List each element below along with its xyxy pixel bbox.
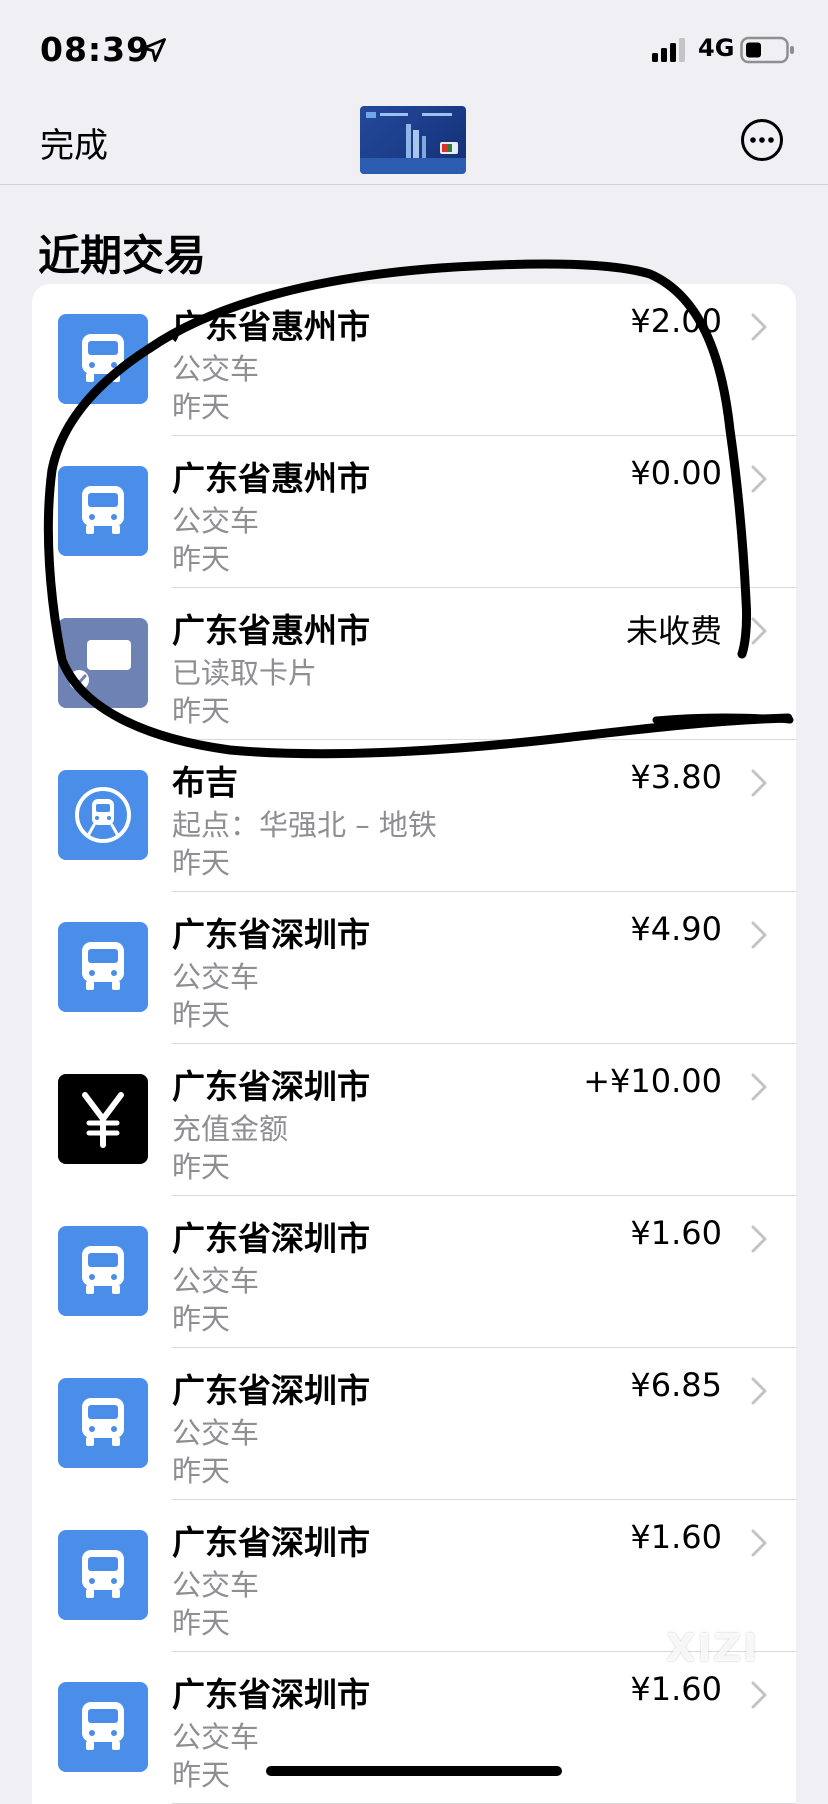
transaction-amount: +¥10.00 bbox=[583, 1062, 722, 1100]
bus-icon bbox=[58, 1530, 148, 1620]
bus-icon bbox=[58, 922, 148, 1012]
transaction-row[interactable]: 广东省惠州市公交车昨天 ¥0.00 bbox=[32, 436, 796, 588]
transaction-date: 昨天 bbox=[172, 1302, 231, 1336]
transaction-type: 公交车 bbox=[172, 1416, 260, 1450]
transaction-type: 公交车 bbox=[172, 1264, 260, 1298]
transaction-location: 广东省深圳市 bbox=[172, 915, 370, 954]
transaction-list: 广东省惠州市 公交车 昨天 ¥2.00 广东省惠州市 公交车 昨天 ¥0.00 广东省惠州市 已读… bbox=[32, 284, 796, 1804]
navigation-bar: 完成 bbox=[0, 96, 828, 185]
transaction-row[interactable]: 广东省深圳市公交车昨天 ¥1.60 bbox=[32, 1652, 796, 1804]
transaction-date: 昨天 bbox=[172, 1606, 231, 1640]
battery-icon bbox=[740, 36, 794, 64]
transaction-type: 公交车 bbox=[172, 1568, 260, 1602]
transaction-date: 昨天 bbox=[172, 998, 231, 1032]
bus-icon bbox=[58, 466, 148, 556]
transaction-amount: ¥2.00 bbox=[630, 302, 722, 340]
done-button[interactable]: 完成 bbox=[40, 118, 108, 167]
transaction-location: 广东省深圳市 bbox=[172, 1675, 370, 1714]
chevron-right-icon bbox=[751, 921, 767, 949]
location-arrow-icon bbox=[142, 38, 166, 62]
transaction-location: 广东省深圳市 bbox=[172, 1523, 370, 1562]
transaction-row[interactable]: 广东省深圳市公交车昨天 ¥1.60 bbox=[32, 1196, 796, 1348]
transaction-date: 昨天 bbox=[172, 694, 231, 728]
status-bar: 08:39 4G bbox=[0, 0, 828, 96]
transaction-type: 起点：华强北 – 地铁 bbox=[172, 808, 437, 842]
transaction-amount: ¥1.60 bbox=[630, 1214, 722, 1252]
transaction-location: 广东省惠州市 bbox=[172, 307, 370, 346]
transaction-row[interactable]: 广东省深圳市公交车昨天 ¥4.90 bbox=[32, 892, 796, 1044]
network-type-label: 4G bbox=[698, 34, 735, 62]
chevron-right-icon bbox=[751, 465, 767, 493]
transaction-row[interactable]: 布吉起点：华强北 – 地铁 昨天 ¥3.80 bbox=[32, 740, 796, 892]
home-indicator bbox=[266, 1766, 562, 1776]
transaction-amount: ¥3.80 bbox=[630, 758, 722, 796]
transaction-date: 昨天 bbox=[172, 542, 231, 576]
transaction-location: 广东省惠州市 bbox=[172, 611, 370, 650]
signal-strength-icon bbox=[652, 38, 685, 62]
transaction-row[interactable]: 广东省深圳市公交车昨天 ¥6.85 bbox=[32, 1348, 796, 1500]
transaction-location: 广东省深圳市 bbox=[172, 1067, 370, 1106]
chevron-right-icon bbox=[751, 1681, 767, 1709]
transaction-amount: ¥6.85 bbox=[630, 1366, 722, 1404]
transaction-type: 公交车 bbox=[172, 1720, 260, 1754]
transaction-row[interactable]: 广东省惠州市已读取卡片昨天 未收费 bbox=[32, 588, 796, 740]
transaction-type: 公交车 bbox=[172, 504, 260, 538]
status-time: 08:39 bbox=[40, 30, 151, 69]
card-read-icon bbox=[58, 618, 148, 708]
bus-icon bbox=[58, 1378, 148, 1468]
transaction-type: 公交车 bbox=[172, 352, 260, 386]
transaction-type: 公交车 bbox=[172, 960, 260, 994]
transaction-date: 昨天 bbox=[172, 1758, 231, 1792]
transaction-date: 昨天 bbox=[172, 1150, 231, 1184]
transaction-type: 充值金额 bbox=[172, 1112, 289, 1146]
watermark: XIZI bbox=[666, 1626, 760, 1670]
transaction-amount: ¥4.90 bbox=[630, 910, 722, 948]
chevron-right-icon bbox=[751, 1073, 767, 1101]
card-artwork-icon bbox=[360, 112, 466, 174]
yuan-icon bbox=[58, 1074, 148, 1164]
bus-icon bbox=[58, 1682, 148, 1772]
chevron-right-icon bbox=[751, 1529, 767, 1557]
chevron-right-icon bbox=[751, 313, 767, 341]
transaction-date: 昨天 bbox=[172, 846, 231, 880]
chevron-right-icon bbox=[751, 617, 767, 645]
transaction-location: 广东省深圳市 bbox=[172, 1219, 370, 1258]
transit-card-thumbnail[interactable] bbox=[360, 106, 466, 174]
chevron-right-icon bbox=[751, 769, 767, 797]
transaction-type: 已读取卡片 bbox=[172, 656, 318, 690]
transaction-date: 昨天 bbox=[172, 1454, 231, 1488]
metro-icon bbox=[58, 770, 148, 860]
ellipsis-circle-icon[interactable] bbox=[740, 118, 784, 162]
bus-icon bbox=[58, 1226, 148, 1316]
transaction-location: 广东省深圳市 bbox=[172, 1371, 370, 1410]
transaction-amount: ¥1.60 bbox=[630, 1670, 722, 1708]
transaction-row[interactable]: 广东省深圳市充值金额昨天 +¥10.00 bbox=[32, 1044, 796, 1196]
transaction-row[interactable]: 广东省惠州市公交车昨天 ¥2.00 bbox=[32, 284, 796, 436]
section-title: 近期交易 bbox=[38, 231, 207, 280]
transaction-amount: ¥0.00 bbox=[630, 454, 722, 492]
transaction-date: 昨天 bbox=[172, 390, 231, 424]
chevron-right-icon bbox=[751, 1225, 767, 1253]
transaction-amount: ¥1.60 bbox=[630, 1518, 722, 1556]
transaction-location: 布吉 bbox=[172, 763, 238, 802]
chevron-right-icon bbox=[751, 1377, 767, 1405]
transaction-amount: 未收费 bbox=[625, 612, 722, 650]
bus-icon bbox=[58, 314, 148, 404]
transaction-location: 广东省惠州市 bbox=[172, 459, 370, 498]
